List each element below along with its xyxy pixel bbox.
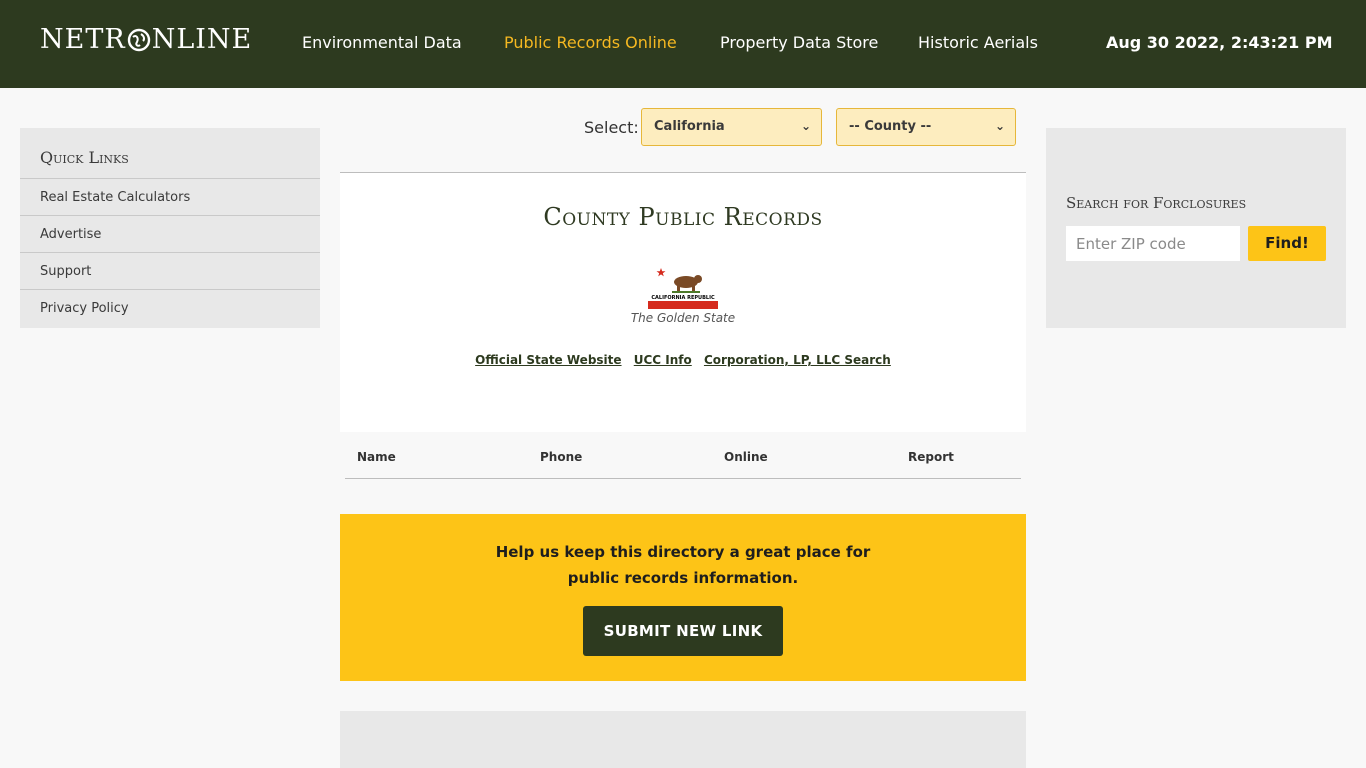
county-records-card: County Public Records CALIFORNIA REPUBLI…	[340, 172, 1026, 432]
quick-link-advertise[interactable]: Advertise	[20, 216, 320, 253]
submit-new-link-button[interactable]: SUBMIT NEW LINK	[583, 606, 783, 656]
quick-links-title: Quick Links	[20, 128, 320, 179]
ucc-info-link[interactable]: UCC Info	[634, 353, 692, 367]
california-flag-image: CALIFORNIA REPUBLIC	[648, 263, 718, 309]
nav-historic-aerials[interactable]: Historic Aerials	[918, 33, 1038, 52]
quick-link-privacy-policy[interactable]: Privacy Policy	[20, 290, 320, 327]
nav-property-data-store[interactable]: Property Data Store	[720, 33, 878, 52]
top-header: NETR NLINE Environmental Data Public Rec…	[0, 0, 1366, 88]
column-header-report: Report	[908, 450, 954, 464]
current-datetime: Aug 30 2022, 2:43:21 PM	[1106, 33, 1333, 52]
foreclosure-search-panel: Search for Forclosures Find!	[1046, 128, 1346, 328]
help-text: Help us keep this directory a great plac…	[340, 539, 1026, 591]
chevron-down-icon: ⌄	[800, 119, 811, 133]
flag-text: CALIFORNIA REPUBLIC	[651, 295, 715, 301]
column-header-online: Online	[724, 450, 768, 464]
corporation-search-link[interactable]: Corporation, LP, LLC Search	[704, 353, 891, 367]
official-state-website-link[interactable]: Official State Website	[475, 353, 621, 367]
county-select-value: -- County --	[849, 119, 932, 134]
submit-link-promo: Help us keep this directory a great plac…	[340, 514, 1026, 681]
quick-links-panel: Quick Links Real Estate Calculators Adve…	[20, 128, 320, 328]
logo-text-left: NETR	[40, 24, 126, 55]
quick-link-real-estate-calculators[interactable]: Real Estate Calculators	[20, 179, 320, 216]
site-logo[interactable]: NETR NLINE	[40, 24, 252, 55]
column-header-phone: Phone	[540, 450, 583, 464]
help-text-line-1: Help us keep this directory a great plac…	[495, 543, 871, 561]
records-table-header: Name Phone Online Report	[345, 431, 1021, 479]
chevron-down-icon: ⌄	[994, 119, 1005, 133]
zip-code-input[interactable]	[1066, 226, 1240, 261]
nav-public-records-online[interactable]: Public Records Online	[504, 33, 677, 52]
globe-icon	[127, 28, 150, 51]
ad-placeholder	[340, 711, 1026, 768]
page-title: County Public Records	[543, 203, 823, 231]
foreclosure-search-title: Search for Forclosures	[1066, 194, 1247, 212]
state-links: Official State Website UCC Info Corporat…	[340, 353, 1026, 367]
state-select-value: California	[654, 119, 725, 134]
help-text-line-2: public records information.	[567, 569, 799, 587]
state-nickname: The Golden State	[630, 311, 736, 325]
quick-link-support[interactable]: Support	[20, 253, 320, 290]
nav-environmental-data[interactable]: Environmental Data	[302, 33, 462, 52]
column-header-name: Name	[357, 450, 396, 464]
select-label: Select:	[584, 118, 639, 137]
state-select[interactable]: California ⌄	[641, 108, 822, 146]
county-select[interactable]: -- County -- ⌄	[836, 108, 1016, 146]
find-button[interactable]: Find!	[1248, 226, 1326, 261]
logo-text-right: NLINE	[151, 24, 253, 55]
